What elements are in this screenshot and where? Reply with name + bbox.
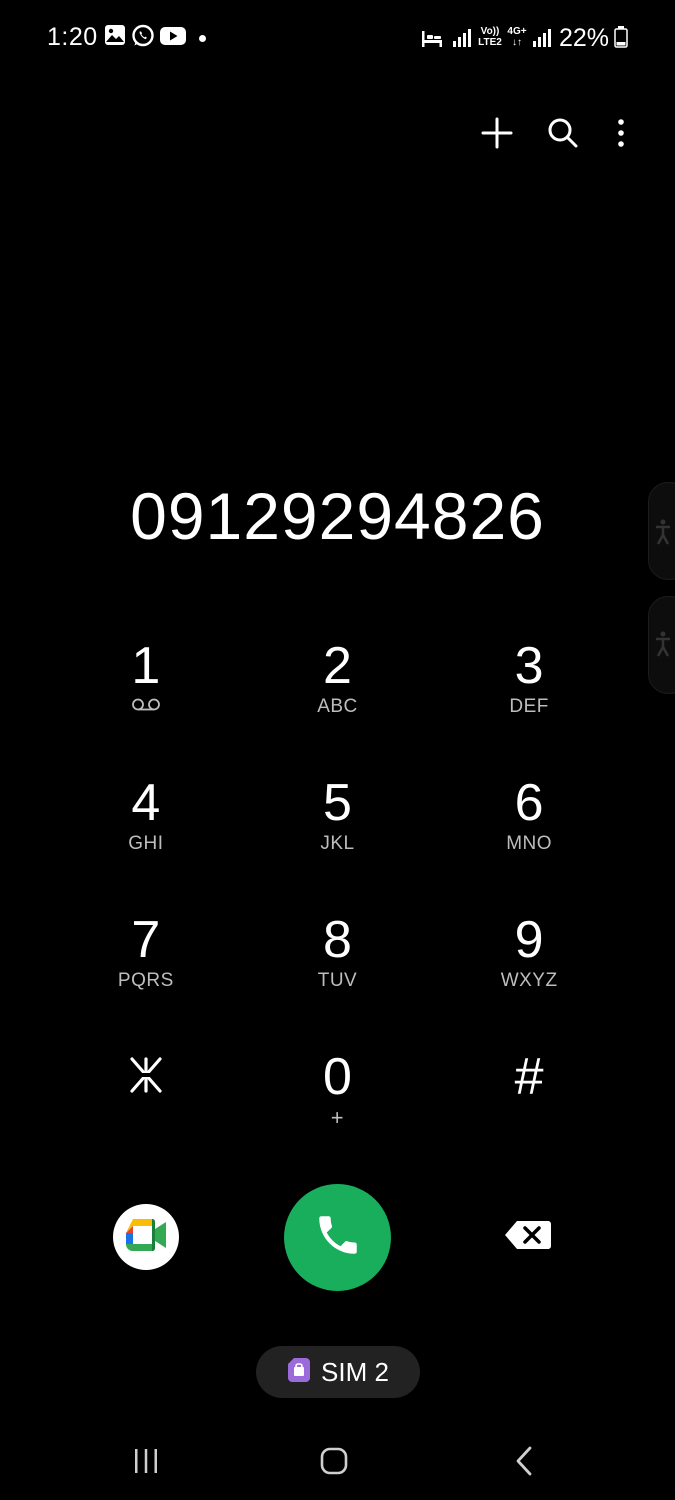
key-3[interactable]: 3 DEF — [433, 618, 625, 755]
dialed-number-display[interactable]: 09129294826 — [0, 478, 675, 554]
battery-percent: 22% — [559, 24, 610, 52]
key-letters: ABC — [317, 696, 358, 717]
key-digit: 6 — [514, 774, 544, 832]
data-type-indicator: 4G+ ↓↑ — [506, 26, 528, 48]
key-star[interactable] — [50, 1029, 242, 1166]
search-icon — [546, 116, 580, 155]
key-letters: MNO — [506, 833, 553, 854]
signal-strength-icon — [452, 28, 472, 53]
volte-top-label: Vo)) — [480, 26, 500, 37]
key-digit: 1 — [131, 637, 161, 695]
key-7[interactable]: 7 PQRS — [50, 892, 242, 1029]
key-letters: PQRS — [117, 970, 174, 991]
key-letters: GHI — [128, 833, 164, 854]
key-digit: 8 — [323, 911, 352, 969]
call-button[interactable] — [284, 1184, 391, 1291]
google-meet-icon — [124, 1217, 168, 1258]
youtube-icon — [160, 26, 186, 51]
whatsapp-icon — [131, 24, 155, 53]
key-digit: 2 — [323, 637, 352, 695]
more-options-button[interactable] — [596, 110, 646, 160]
home-icon — [320, 1447, 348, 1480]
accessibility-icon — [655, 631, 671, 662]
backspace-button[interactable] — [496, 1214, 560, 1260]
dial-keypad: 1 2 ABC 3 DEF 4 GHI 5 JKL 6 MNO 7 PQRS 8… — [50, 618, 625, 1166]
key-digit: # — [514, 1048, 544, 1106]
key-5[interactable]: 5 JKL — [242, 755, 434, 892]
key-6[interactable]: 6 MNO — [433, 755, 625, 892]
key-letters: JKL — [320, 833, 355, 854]
volte-indicator: Vo)) LTE2 — [475, 26, 505, 48]
key-9[interactable]: 9 WXYZ — [433, 892, 625, 1029]
sim-label: SIM 2 — [321, 1356, 389, 1387]
home-button[interactable] — [304, 1438, 364, 1488]
backspace-icon — [504, 1220, 552, 1255]
asterisk-icon — [128, 1055, 163, 1100]
sleep-mode-icon — [421, 29, 443, 54]
key-letters: + — [330, 1105, 345, 1130]
key-hash[interactable]: # — [433, 1029, 625, 1166]
key-digit: 0 — [323, 1048, 352, 1106]
back-button[interactable] — [494, 1438, 554, 1488]
edge-panel-handle[interactable] — [648, 596, 675, 694]
key-digit: 3 — [514, 637, 544, 695]
phone-icon — [313, 1210, 363, 1265]
key-8[interactable]: 8 TUV — [242, 892, 434, 1029]
key-letters: TUV — [317, 970, 358, 991]
key-digit: 9 — [514, 911, 544, 969]
data-type-label: 4G+ — [507, 26, 527, 37]
recents-icon — [132, 1448, 160, 1479]
search-button[interactable] — [538, 110, 588, 160]
plus-icon — [480, 116, 514, 155]
back-icon — [514, 1446, 534, 1481]
add-contact-button[interactable] — [472, 110, 522, 160]
key-1[interactable]: 1 — [50, 618, 242, 755]
volte-bottom-label: LTE2 — [478, 37, 502, 48]
sim-selector[interactable]: SIM 2 — [256, 1346, 420, 1398]
more-notifications-dot — [199, 35, 206, 42]
key-letters: DEF — [509, 696, 549, 717]
recents-button[interactable] — [116, 1438, 176, 1488]
key-2[interactable]: 2 ABC — [242, 618, 434, 755]
data-arrows-icon: ↓↑ — [512, 37, 522, 48]
signal-strength-icon — [532, 28, 552, 53]
status-time: 1:20 — [47, 23, 98, 51]
key-digit: 7 — [131, 911, 161, 969]
more-vertical-icon — [616, 118, 626, 153]
key-digit: 5 — [323, 774, 352, 832]
status-bar: 1:20 Vo)) LTE2 4G+ ↓↑ 22% — [0, 0, 675, 76]
gallery-icon — [104, 24, 126, 51]
key-0[interactable]: 0 + — [242, 1029, 434, 1166]
key-digit: 4 — [131, 774, 161, 832]
sim-card-icon — [287, 1357, 311, 1388]
key-4[interactable]: 4 GHI — [50, 755, 242, 892]
video-call-button[interactable] — [113, 1204, 179, 1270]
key-letters: WXYZ — [500, 970, 558, 991]
voicemail-icon — [131, 698, 161, 720]
battery-icon — [614, 26, 628, 53]
